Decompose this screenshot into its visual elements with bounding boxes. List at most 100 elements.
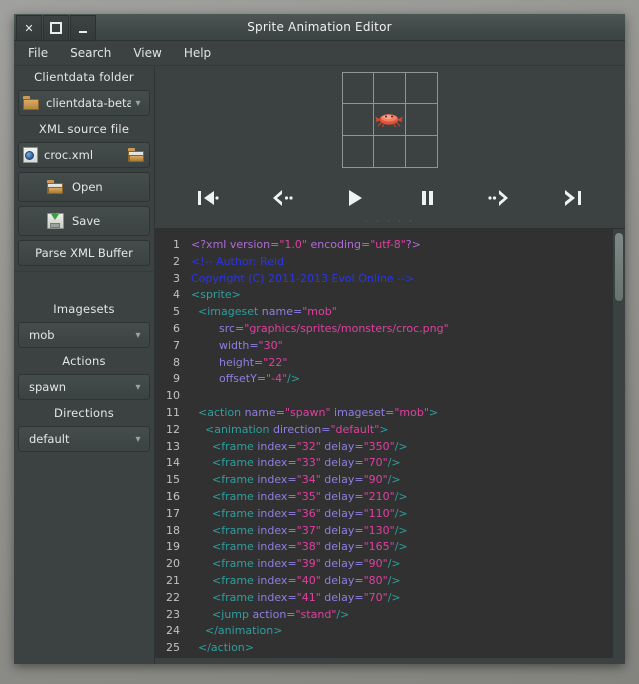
code-line: </animation>: [191, 623, 612, 640]
minimize-icon: [79, 31, 87, 33]
imagesets-select[interactable]: mob ▾: [18, 322, 150, 348]
minimize-button[interactable]: [70, 15, 96, 41]
skip-to-start-icon: [195, 187, 221, 209]
line-number: 7: [155, 338, 180, 355]
sidebar: Clientdata folder clientdata-beta ▾ XML …: [14, 66, 155, 664]
code-line: <animation direction="default">: [191, 422, 612, 439]
code-line: height="22": [191, 355, 612, 372]
code-line: <frame index="41" delay="70"/>: [191, 590, 612, 607]
directions-label: Directions: [14, 402, 154, 424]
actions-label: Actions: [14, 350, 154, 372]
open-button[interactable]: Open: [18, 172, 150, 202]
code-line: src="graphics/sprites/monsters/croc.png": [191, 321, 612, 338]
code-line: <frame index="33" delay="70"/>: [191, 455, 612, 472]
actions-select[interactable]: spawn ▾: [18, 374, 150, 400]
line-number: 20: [155, 556, 180, 573]
grid-cell: [343, 73, 374, 104]
playback-controls: [155, 176, 625, 220]
folder-icon: [23, 96, 40, 111]
code-line: <jump action="stand"/>: [191, 607, 612, 624]
code-line: [191, 388, 612, 405]
bottom-bar: [155, 658, 625, 664]
skip-to-start-button[interactable]: [189, 183, 227, 213]
chevron-down-icon: ▾: [131, 98, 145, 109]
line-number: 14: [155, 455, 180, 472]
code-line: width="30": [191, 338, 612, 355]
skip-to-end-icon: [560, 187, 586, 209]
grid-cell: [406, 104, 437, 135]
line-number: 2: [155, 254, 180, 271]
directions-value: default: [23, 432, 131, 446]
maximize-icon: [50, 22, 62, 34]
close-button[interactable]: ✕: [16, 15, 42, 41]
code-line: <frame index="34" delay="90"/>: [191, 472, 612, 489]
step-forward-button[interactable]: [481, 183, 519, 213]
code-line: offsetY="-4"/>: [191, 371, 612, 388]
line-number: 25: [155, 640, 180, 657]
grid-cell: [343, 104, 374, 135]
line-number: 18: [155, 523, 180, 540]
grid-cell: [374, 104, 405, 135]
menu-view[interactable]: View: [133, 46, 161, 60]
skip-to-end-button[interactable]: [554, 183, 592, 213]
xml-source-file-value: croc.xml: [38, 148, 128, 162]
save-button[interactable]: Save: [18, 206, 150, 236]
imagesets-value: mob: [23, 328, 131, 342]
line-number: 1: [155, 237, 180, 254]
line-number: 12: [155, 422, 180, 439]
xml-source-file-field[interactable]: croc.xml: [18, 142, 150, 168]
parse-xml-buffer-button[interactable]: Parse XML Buffer: [18, 240, 150, 266]
crab-sprite: [374, 110, 404, 128]
code-line: <frame index="36" delay="110"/>: [191, 506, 612, 523]
panel-resize-handle[interactable]: · · · · ·: [155, 219, 625, 225]
line-number: 17: [155, 506, 180, 523]
line-number: 10: [155, 388, 180, 405]
line-number: 19: [155, 539, 180, 556]
step-backward-button[interactable]: [262, 183, 300, 213]
save-icon: [47, 213, 64, 229]
code-area[interactable]: <?xml version="1.0" encoding="utf-8"?><!…: [185, 229, 612, 658]
chevron-down-icon: ▾: [131, 382, 145, 393]
code-line: <imageset name="mob": [191, 304, 612, 321]
line-number-gutter: 1234567891011121314151617181920212223242…: [155, 229, 185, 658]
chevron-down-icon: ▾: [131, 330, 145, 341]
sidebar-filler: [14, 454, 154, 664]
window-title: Sprite Animation Editor: [14, 14, 625, 40]
code-line: <action name="spawn" imageset="mob">: [191, 405, 612, 422]
step-backward-icon: [268, 187, 294, 209]
line-number: 3: [155, 271, 180, 288]
line-number: 8: [155, 355, 180, 372]
code-line: Copyright (C) 2011-2013 Evol Online -->: [191, 271, 612, 288]
clientdata-folder-select[interactable]: clientdata-beta ▾: [18, 90, 150, 116]
open-folder-icon: [47, 180, 64, 195]
line-number: 22: [155, 590, 180, 607]
line-number: 23: [155, 607, 180, 624]
play-button[interactable]: [335, 183, 373, 213]
editor-scrollbar[interactable]: [612, 229, 625, 658]
menu-help[interactable]: Help: [184, 46, 211, 60]
chevron-down-icon: ▾: [131, 434, 145, 445]
imagesets-label: Imagesets: [14, 298, 154, 320]
grid-cell: [343, 136, 374, 167]
play-icon: [341, 187, 367, 209]
code-line: <?xml version="1.0" encoding="utf-8"?>: [191, 237, 612, 254]
xml-source-file-label: XML source file: [14, 118, 154, 140]
line-number: 5: [155, 304, 180, 321]
menu-search[interactable]: Search: [70, 46, 111, 60]
menu-file[interactable]: File: [28, 46, 48, 60]
grid-cell: [406, 73, 437, 104]
pause-button[interactable]: [408, 183, 446, 213]
title-bar: ✕ Sprite Animation Editor: [14, 14, 625, 41]
browse-folder-icon[interactable]: [128, 148, 145, 163]
pause-icon: [414, 187, 440, 209]
menu-bar: File Search View Help: [14, 41, 625, 66]
maximize-button[interactable]: [43, 15, 69, 41]
scrollbar-thumb[interactable]: [615, 233, 623, 301]
preview-grid: [342, 72, 438, 168]
save-button-label: Save: [64, 214, 100, 228]
code-line: <sprite>: [191, 287, 612, 304]
xml-editor: 1234567891011121314151617181920212223242…: [155, 228, 625, 658]
grid-cell: [406, 136, 437, 167]
directions-select[interactable]: default ▾: [18, 426, 150, 452]
step-forward-icon: [487, 187, 513, 209]
